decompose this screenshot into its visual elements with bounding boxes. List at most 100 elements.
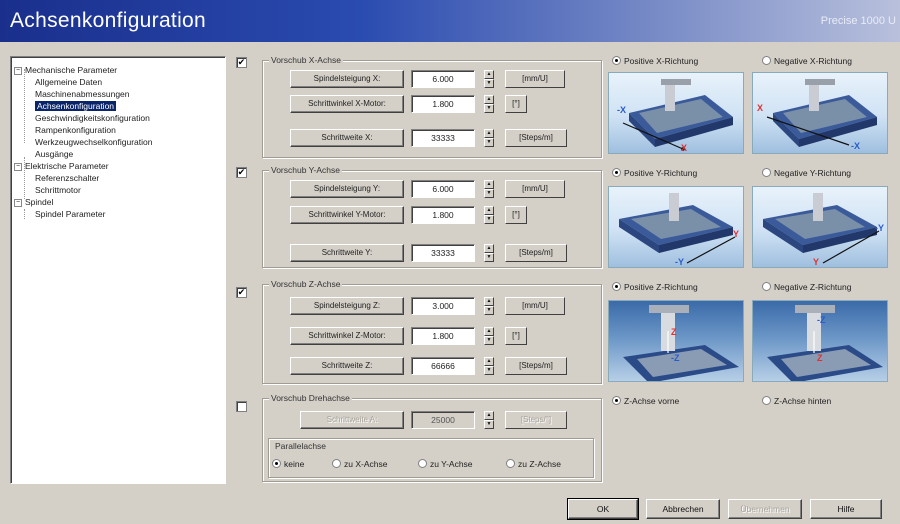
spin-down-icon[interactable]: ▼ (484, 420, 494, 429)
spin-up-icon[interactable]: ▲ (484, 129, 494, 138)
z-pitch-button[interactable]: Spindelsteigung Z: (290, 297, 404, 315)
tree-node-werkzeugwechselkonfiguration[interactable]: Werkzeugwechselkonfiguration (35, 137, 153, 147)
spin-down-icon[interactable]: ▼ (484, 104, 494, 113)
x-step-button[interactable]: Schrittweite X: (290, 129, 404, 147)
z-axis-checkbox[interactable]: ✔ (236, 287, 247, 298)
z-positive-machine-picture[interactable]: Z -Z (608, 300, 744, 382)
spin-down-icon[interactable]: ▼ (484, 336, 494, 345)
z-pitch-spinner[interactable]: ▲ ▼ (484, 297, 494, 315)
spin-up-icon[interactable]: ▲ (484, 244, 494, 253)
parallel-radio-x[interactable]: zu X-Achse (332, 459, 387, 469)
radio-icon[interactable] (762, 396, 771, 406)
collapse-icon[interactable]: − (14, 198, 22, 207)
tree-node-allgemeine-daten[interactable]: Allgemeine Daten (35, 77, 102, 87)
z-pitch-field[interactable]: 3.000 (411, 297, 475, 315)
z-step-field[interactable]: 66666 (411, 357, 475, 375)
x-pitch-spinner[interactable]: ▲ ▼ (484, 70, 494, 88)
tree-node-mechanische-parameter[interactable]: − Mechanische Parameter (14, 65, 117, 75)
z-positive-radio[interactable]: Positive Z-Richtung (612, 282, 698, 292)
x-positive-machine-picture[interactable]: -X X (608, 72, 744, 154)
z-step-button[interactable]: Schrittweite Z: (290, 357, 404, 375)
z-negative-machine-picture[interactable]: -Z Z (752, 300, 888, 382)
radio-icon[interactable] (612, 168, 621, 178)
radio-icon[interactable] (272, 459, 281, 469)
y-positive-radio[interactable]: Positive Y-Richtung (612, 168, 697, 178)
radio-icon[interactable] (762, 168, 771, 178)
spin-down-icon[interactable]: ▼ (484, 79, 494, 88)
y-step-spinner[interactable]: ▲ ▼ (484, 244, 494, 262)
spin-up-icon[interactable]: ▲ (484, 70, 494, 79)
radio-icon[interactable] (506, 459, 515, 469)
radio-icon[interactable] (612, 56, 621, 66)
parallel-radio-y[interactable]: zu Y-Achse (418, 459, 473, 469)
collapse-icon[interactable]: − (14, 66, 22, 75)
settings-tree[interactable]: − Mechanische Parameter Allgemeine Daten … (10, 56, 226, 484)
z-back-radio[interactable]: Z-Achse hinten (762, 396, 831, 406)
y-step-field[interactable]: 33333 (411, 244, 475, 262)
spin-up-icon[interactable]: ▲ (484, 95, 494, 104)
spin-up-icon[interactable]: ▲ (484, 327, 494, 336)
x-angle-field[interactable]: 1.800 (411, 95, 475, 113)
y-pitch-spinner[interactable]: ▲ ▼ (484, 180, 494, 198)
collapse-icon[interactable]: − (14, 162, 22, 171)
rotary-step-field[interactable]: 25000 (411, 411, 475, 429)
rotary-step-button[interactable]: Schrittweite A: (300, 411, 404, 429)
apply-button[interactable]: Übernehmen (728, 499, 802, 519)
y-step-button[interactable]: Schrittweite Y: (290, 244, 404, 262)
tree-node-rampenkonfiguration[interactable]: Rampenkonfiguration (35, 125, 116, 135)
z-step-spinner[interactable]: ▲ ▼ (484, 357, 494, 375)
x-axis-checkbox[interactable]: ✔ (236, 57, 247, 68)
spin-down-icon[interactable]: ▼ (484, 366, 494, 375)
z-negative-radio[interactable]: Negative Z-Richtung (762, 282, 851, 292)
help-button[interactable]: Hilfe (810, 499, 882, 519)
x-pitch-button[interactable]: Spindelsteigung X: (290, 70, 404, 88)
radio-icon[interactable] (762, 56, 771, 66)
tree-node-schrittmotor[interactable]: Schrittmotor (35, 185, 81, 195)
y-axis-checkbox[interactable]: ✔ (236, 167, 247, 178)
radio-icon[interactable] (762, 282, 771, 292)
parallel-radio-none[interactable]: keine (272, 459, 304, 469)
y-negative-machine-picture[interactable]: Y -Y (752, 186, 888, 268)
tree-node-ausgaenge[interactable]: Ausgänge (35, 149, 73, 159)
x-negative-machine-picture[interactable]: X -X (752, 72, 888, 154)
x-pitch-field[interactable]: 6.000 (411, 70, 475, 88)
spin-down-icon[interactable]: ▼ (484, 189, 494, 198)
z-front-radio[interactable]: Z-Achse vorne (612, 396, 679, 406)
z-angle-button[interactable]: Schrittwinkel Z-Motor: (290, 327, 404, 345)
spin-up-icon[interactable]: ▲ (484, 180, 494, 189)
spin-down-icon[interactable]: ▼ (484, 215, 494, 224)
y-angle-button[interactable]: Schrittwinkel Y-Motor: (290, 206, 404, 224)
x-negative-radio[interactable]: Negative X-Richtung (762, 56, 852, 66)
cancel-button[interactable]: Abbrechen (646, 499, 720, 519)
x-step-field[interactable]: 33333 (411, 129, 475, 147)
x-step-spinner[interactable]: ▲ ▼ (484, 129, 494, 147)
rotary-step-spinner[interactable]: ▲ ▼ (484, 411, 494, 429)
tree-node-referenzschalter[interactable]: Referenzschalter (35, 173, 99, 183)
y-pitch-button[interactable]: Spindelsteigung Y: (290, 180, 404, 198)
rotary-axis-checkbox[interactable] (236, 401, 247, 412)
y-angle-spinner[interactable]: ▲ ▼ (484, 206, 494, 224)
x-positive-radio[interactable]: Positive X-Richtung (612, 56, 698, 66)
parallel-radio-z[interactable]: zu Z-Achse (506, 459, 561, 469)
spin-up-icon[interactable]: ▲ (484, 297, 494, 306)
tree-node-maschinenabmessungen[interactable]: Maschinenabmessungen (35, 89, 130, 99)
spin-up-icon[interactable]: ▲ (484, 411, 494, 420)
radio-icon[interactable] (332, 459, 341, 469)
y-positive-machine-picture[interactable]: -Y Y (608, 186, 744, 268)
tree-node-geschwindigkeitskonfiguration[interactable]: Geschwindigkeitskonfiguration (35, 113, 150, 123)
tree-node-spindel-parameter[interactable]: Spindel Parameter (35, 209, 105, 219)
spin-down-icon[interactable]: ▼ (484, 138, 494, 147)
z-angle-field[interactable]: 1.800 (411, 327, 475, 345)
x-angle-spinner[interactable]: ▲ ▼ (484, 95, 494, 113)
tree-node-achsenkonfiguration[interactable]: Achsenkonfiguration (35, 101, 117, 111)
spin-down-icon[interactable]: ▼ (484, 306, 494, 315)
tree-node-spindel[interactable]: − Spindel (14, 197, 53, 207)
spin-up-icon[interactable]: ▲ (484, 206, 494, 215)
x-angle-button[interactable]: Schrittwinkel X-Motor: (290, 95, 404, 113)
tree-node-elektrische-parameter[interactable]: − Elektrische Parameter (14, 161, 109, 171)
y-angle-field[interactable]: 1.800 (411, 206, 475, 224)
radio-icon[interactable] (612, 396, 621, 406)
spin-down-icon[interactable]: ▼ (484, 253, 494, 262)
radio-icon[interactable] (612, 282, 621, 292)
y-negative-radio[interactable]: Negative Y-Richtung (762, 168, 851, 178)
